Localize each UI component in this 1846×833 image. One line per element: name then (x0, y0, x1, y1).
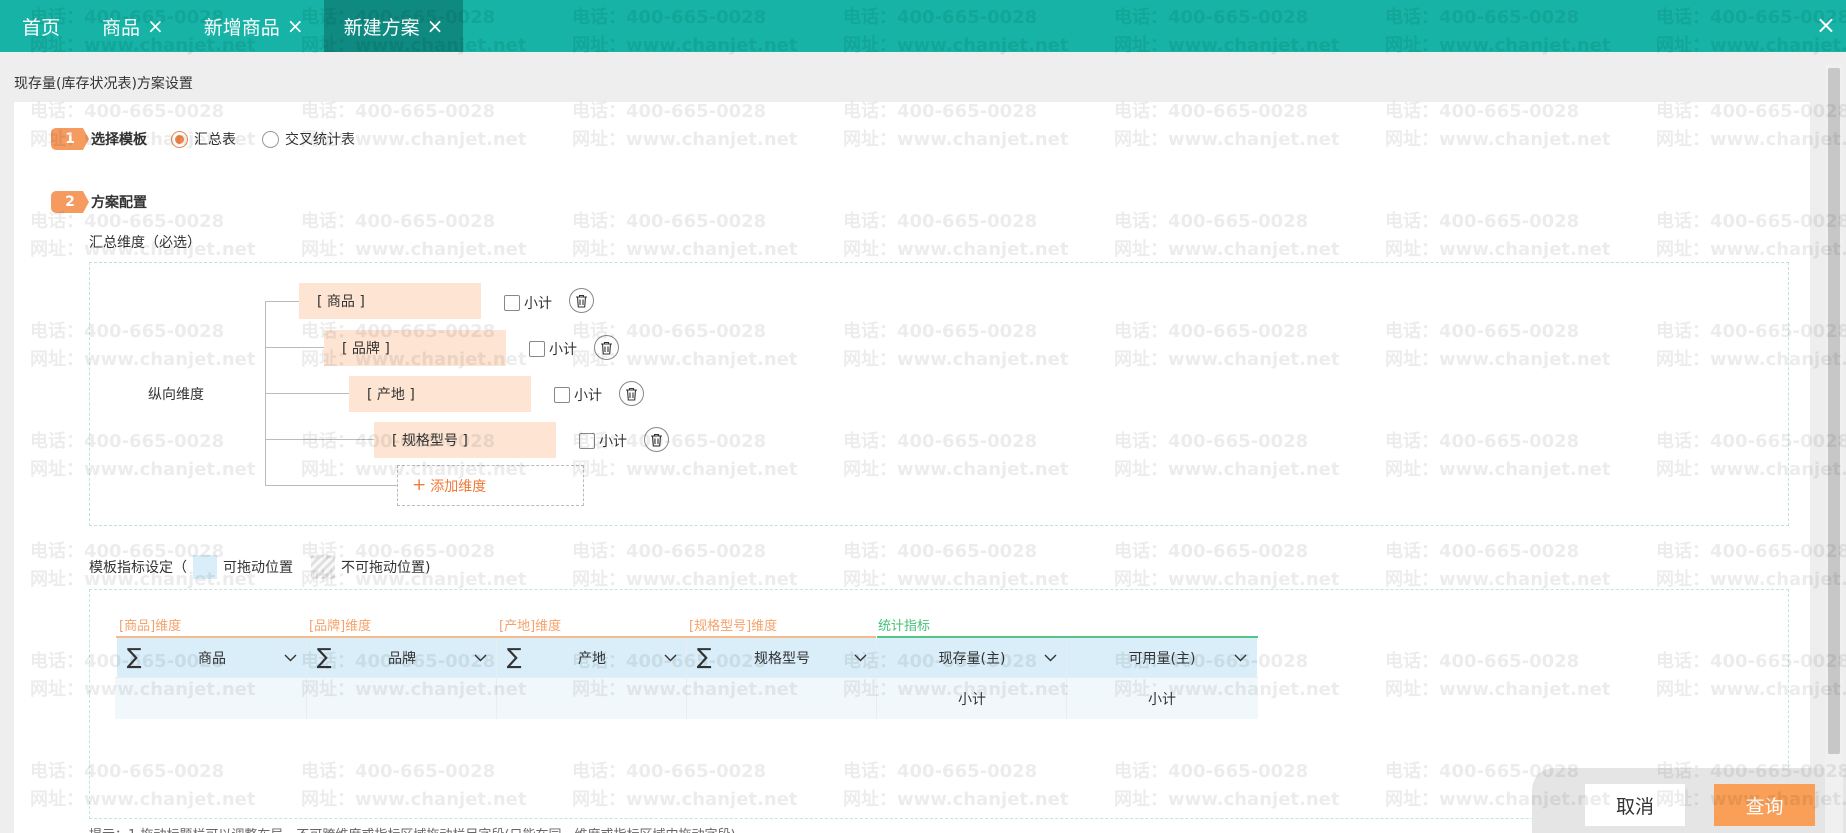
tab-home[interactable]: 首页 (0, 0, 82, 52)
group-label-product: [商品]维度 (119, 619, 182, 634)
chevron-down-icon[interactable] (273, 650, 307, 666)
subtotal-checkbox[interactable]: 小计 (529, 339, 577, 359)
tree-line (265, 301, 299, 302)
add-dimension-button[interactable]: + 添加维度 (397, 465, 584, 506)
tab-new-scheme-label: 新建方案 (343, 16, 420, 39)
query-button[interactable]: 查询 (1714, 784, 1815, 826)
draggable-swatch (193, 555, 217, 579)
tree-line (265, 393, 349, 394)
chevron-down-icon[interactable] (653, 650, 687, 666)
step-select-template: 1 选择模板 汇总表 交叉统计表 (51, 128, 355, 150)
subtotal-checkbox[interactable]: 小计 (554, 385, 602, 405)
tree-line (265, 439, 374, 440)
dimension-pill-product[interactable]: [ 商品 ] (299, 283, 481, 319)
checkbox-box (529, 341, 545, 357)
chevron-down-icon[interactable] (843, 650, 877, 666)
step-number-badge: 1 (51, 128, 89, 150)
subtotal-cell: 小计 (958, 692, 986, 708)
tree-line (265, 347, 324, 348)
column-divider (306, 638, 307, 719)
legend-fixed-label: 不可拖动位置) (341, 560, 431, 576)
chevron-down-icon[interactable] (463, 650, 497, 666)
dimension-pill-origin[interactable]: [ 产地 ] (349, 376, 531, 412)
chevron-down-icon[interactable] (1223, 650, 1257, 666)
close-icon[interactable]: × (427, 16, 444, 36)
group-label-spec: [规格型号]维度 (689, 619, 778, 634)
tab-bar: 首页 商品 × 新增商品 × 新建方案 × × (0, 0, 1846, 52)
group-label-origin: [产地]维度 (499, 619, 562, 634)
subtotal-cell: 小计 (1148, 692, 1176, 708)
radio-summary-table[interactable]: 汇总表 (171, 129, 236, 149)
summary-dimension-title: 汇总维度（必选） (89, 235, 201, 251)
column-name: 商品 (198, 650, 226, 667)
tab-new-product-label: 新增商品 (203, 16, 280, 39)
column-header-spec[interactable]: ∑ 规格型号 (687, 638, 877, 677)
sigma-icon[interactable]: ∑ (497, 645, 531, 670)
add-dimension-label: 添加维度 (430, 478, 487, 495)
trash-icon[interactable] (569, 288, 594, 313)
close-icon[interactable]: × (147, 16, 164, 36)
radio-dot (262, 130, 279, 148)
tab-home-label: 首页 (22, 16, 61, 39)
column-name: 产地 (578, 650, 606, 667)
plus-icon: + (412, 475, 427, 495)
indicator-legend: 模板指标设定（ 可拖动位置 不可拖动位置) (89, 555, 430, 579)
column-name: 现存量(主) (938, 650, 1006, 667)
trash-icon[interactable] (644, 427, 669, 452)
subtotal-label: 小计 (549, 342, 577, 358)
column-name: 规格型号 (754, 650, 810, 667)
subtotal-label: 小计 (599, 434, 627, 450)
tree-line (265, 485, 397, 486)
tab-new-product[interactable]: 新增商品 × (184, 0, 324, 52)
window-close-icon[interactable]: × (1816, 13, 1836, 37)
trash-icon[interactable] (619, 381, 644, 406)
checkbox-box (579, 433, 595, 449)
close-icon[interactable]: × (287, 16, 304, 36)
subtotal-checkbox[interactable]: 小计 (579, 431, 627, 451)
cancel-button[interactable]: 取消 (1585, 784, 1685, 826)
column-divider (686, 638, 687, 719)
group-label-metrics: 统计指标 (878, 619, 931, 634)
subtotal-checkbox[interactable]: 小计 (504, 293, 552, 313)
vertical-scrollbar[interactable] (1825, 64, 1843, 833)
tab-product-label: 商品 (102, 16, 141, 39)
fixed-swatch (311, 555, 335, 579)
step-scheme-config: 2 方案配置 (51, 191, 147, 213)
vertical-dimension-label: 纵向维度 (148, 387, 204, 403)
step-number-badge: 2 (51, 191, 89, 213)
column-name: 可用量(主) (1128, 650, 1196, 667)
page-title: 现存量(库存状况表)方案设置 (14, 76, 193, 92)
checkbox-box (504, 295, 520, 311)
column-name: 品牌 (388, 650, 416, 667)
column-divider (496, 638, 497, 719)
tab-new-scheme[interactable]: 新建方案 × (323, 0, 464, 52)
column-header-on-hand[interactable]: 现存量(主) (877, 638, 1067, 677)
sigma-icon[interactable]: ∑ (687, 645, 721, 670)
indicator-title: 模板指标设定（ (89, 560, 187, 576)
subtotal-label: 小计 (524, 296, 552, 312)
legend-draggable-label: 可拖动位置 (223, 560, 293, 576)
checkbox-box (554, 387, 570, 403)
chevron-down-icon[interactable] (1033, 650, 1067, 666)
trash-icon[interactable] (594, 335, 619, 360)
radio-label: 交叉统计表 (285, 132, 355, 148)
column-header-product[interactable]: ∑ 商品 (117, 638, 307, 677)
sigma-icon[interactable]: ∑ (117, 645, 151, 670)
column-header-brand[interactable]: ∑ 品牌 (307, 638, 497, 677)
step-label: 方案配置 (91, 195, 147, 211)
group-label-brand: [品牌]维度 (309, 619, 372, 634)
hint-text: 提示：1.拖动标题栏可以调整布局，不可跨维度或指标区域拖动栏目字段(只能在同一维… (89, 824, 736, 833)
radio-label: 汇总表 (194, 132, 236, 148)
tab-product[interactable]: 商品 × (82, 0, 184, 52)
column-header-available[interactable]: 可用量(主) (1067, 638, 1257, 677)
radio-dot (171, 130, 188, 148)
column-header-origin[interactable]: ∑ 产地 (497, 638, 687, 677)
subtotal-label: 小计 (574, 388, 602, 404)
dimension-pill-spec[interactable]: [ 规格型号 ] (374, 422, 556, 458)
sigma-icon[interactable]: ∑ (307, 645, 341, 670)
radio-cross-table[interactable]: 交叉统计表 (262, 129, 355, 149)
scrollbar-thumb[interactable] (1828, 68, 1840, 754)
dimension-pill-brand[interactable]: [ 品牌 ] (324, 330, 506, 366)
step-label: 选择模板 (91, 132, 147, 148)
